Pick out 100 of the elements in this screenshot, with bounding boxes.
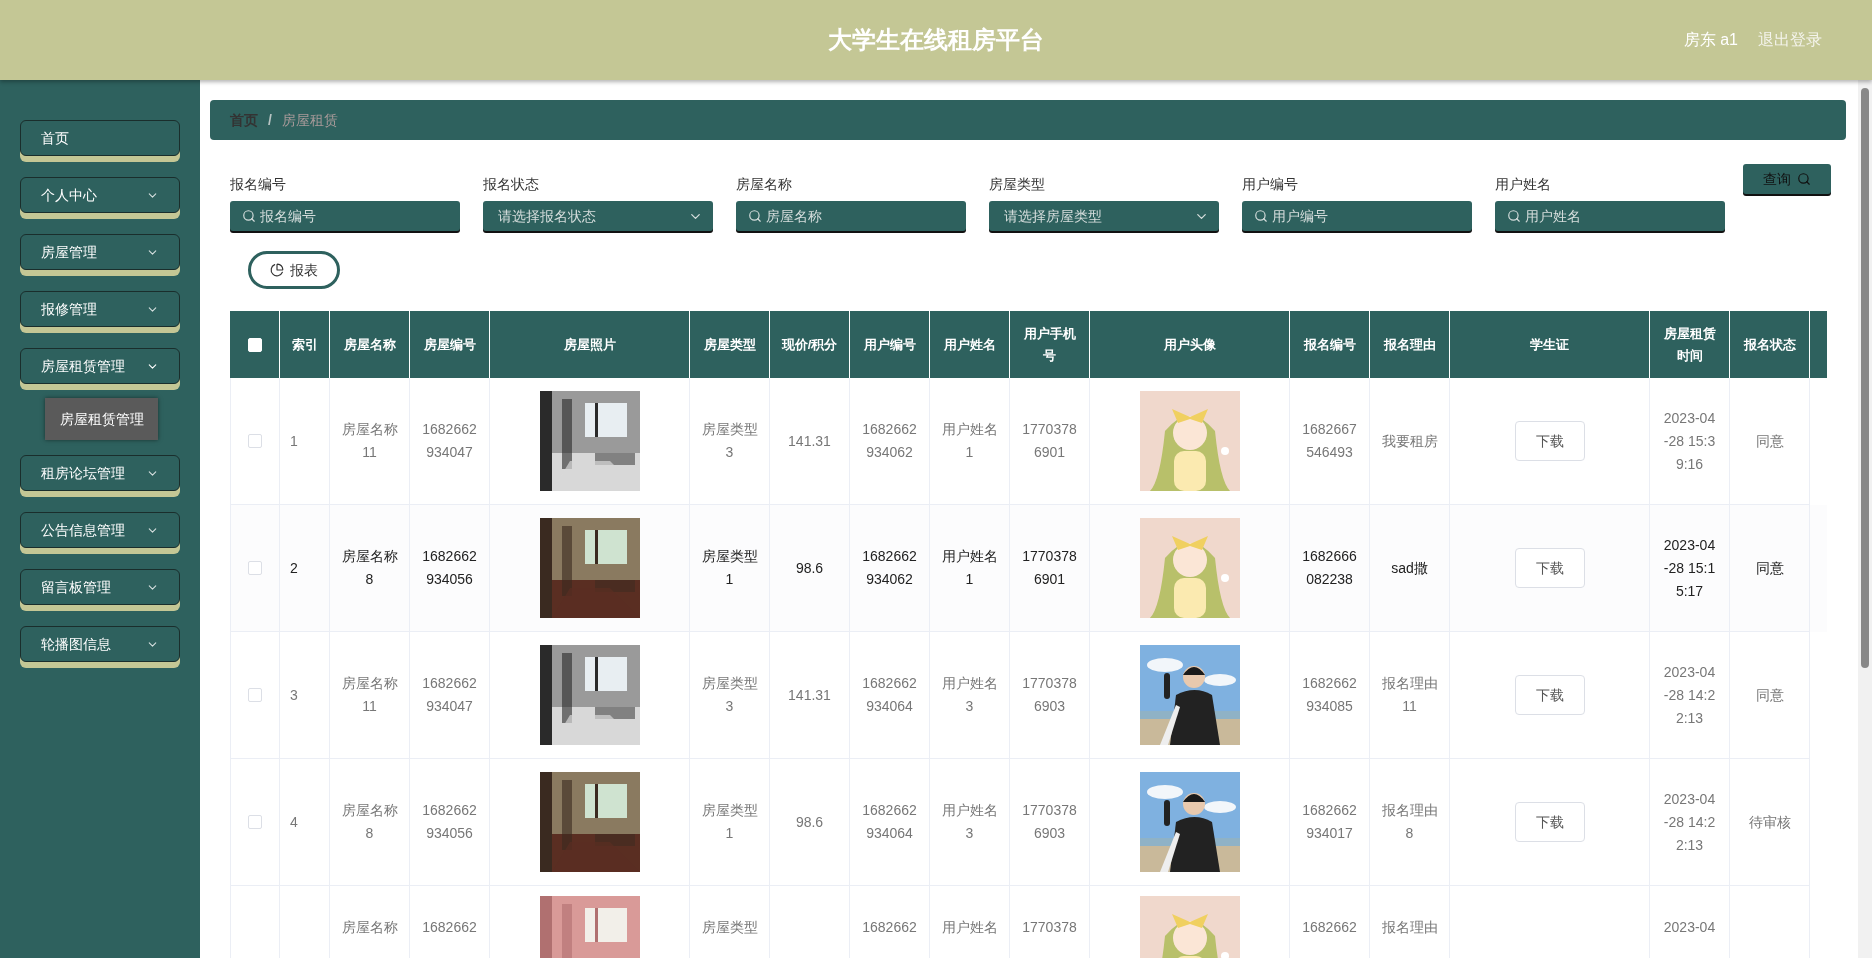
table-cell-text: 1 [290,431,298,451]
table-cell-text: 2023-04-28 14:22:13 [1663,662,1716,728]
select-field[interactable]: 请选择房屋类型 [989,201,1219,231]
table-cell-text: 1682662934064 [861,801,918,843]
search-icon [1254,209,1268,223]
table-cell-text: 141.31 [788,431,831,451]
table-cell-text: 1682662 [1302,918,1357,937]
table-cell-text: 3 [290,685,298,705]
table-cell-text: 1682662934056 [421,547,478,589]
table-cell-text: 房屋类型3 [700,674,759,716]
table-cell-text: 141.31 [788,685,831,705]
filter-label: 用户姓名 [1495,175,1552,194]
column-header: 用户头像 [1163,335,1216,354]
download-button[interactable]: 下载 [1514,421,1585,461]
table-cell-text: 2023-04 [1663,918,1716,937]
search-icon [748,209,762,223]
column-header: 用户手机号 [1022,324,1077,365]
table-cell-text: 1682662934047 [421,674,478,716]
table-cell-text: 1682667546493 [1301,420,1358,462]
filter-label: 房屋类型 [989,175,1046,194]
table-cell-text: 待审核 [1748,812,1791,832]
table-cell-text: 1682666082238 [1301,547,1358,589]
row-checkbox[interactable] [248,688,262,702]
table-cell-text: 1682662934017 [1301,801,1358,843]
table-cell-text: 1682662934056 [421,801,478,843]
table-cell-text: 2023-04-28 15:39:16 [1663,408,1716,474]
search-field[interactable]: 用户编号 [1242,201,1472,231]
download-button[interactable]: 下载 [1514,548,1585,588]
column-header: 房屋编号 [423,335,476,354]
filter-label: 用户编号 [1242,175,1299,194]
table-cell-text: 17703786903 [1021,674,1078,716]
table-cell-text: 用户姓名3 [940,674,999,716]
table-cell-text: 房屋名称11 [340,674,399,716]
table-cell-text: 98.6 [795,558,824,578]
row-checkbox[interactable] [248,434,262,448]
download-button[interactable]: 下载 [1514,802,1585,842]
submenu-item[interactable]: 房屋租赁管理 [45,398,158,440]
table-cell-text: 4 [290,812,298,832]
filter-label: 报名状态 [483,175,540,194]
table-cell-text: 17703786903 [1021,801,1078,843]
table-cell-text: 1682662 [422,918,477,937]
table-cell-text: 1682662 [862,918,917,937]
column-header: 报名编号 [1303,335,1356,354]
download-button[interactable]: 下载 [1514,675,1585,715]
column-header: 索引 [291,335,318,354]
search-field[interactable]: 报名编号 [230,201,460,231]
table-cell-text: 1682662934064 [861,674,918,716]
table-cell-text: 17703786901 [1021,547,1078,589]
column-header: 房屋租赁时间 [1662,324,1717,365]
column-header: 现价/积分 [781,335,838,354]
table-cell-text: 房屋类型1 [700,801,759,843]
site-title: 大学生在线租房平台 [828,25,1044,55]
row-checkbox[interactable] [248,815,262,829]
table-cell-text: 1682662934062 [861,547,918,589]
breadcrumb-separator: / [268,110,272,130]
table-cell-text: 98.6 [795,812,824,832]
table-cell-text: 房屋名称11 [340,420,399,462]
table-cell-text: 2 [290,558,298,578]
table-cell-text: 房屋类型 [701,918,758,937]
search-field[interactable]: 房屋名称 [736,201,966,231]
table-cell-text: 1770378 [1022,918,1077,937]
column-header: 报名理由 [1383,335,1436,354]
table-cell-text: 用户姓名 [941,918,998,937]
table-cell-text: 房屋类型1 [700,547,759,589]
column-header: 报名状态 [1743,335,1796,354]
column-header: 房屋类型 [703,335,756,354]
row-checkbox[interactable] [248,561,262,575]
filter-label: 房屋名称 [736,175,793,194]
table-cell-text: 2023-04-28 15:15:17 [1663,535,1716,601]
table-cell-text: sad撒 [1391,558,1428,578]
search-field[interactable]: 用户姓名 [1495,201,1725,231]
table-cell-text: 2023-04-28 14:22:13 [1663,789,1716,855]
table-cell-text: 17703786901 [1021,420,1078,462]
column-header: 用户姓名 [943,335,996,354]
table-cell-text: 报名理由11 [1380,674,1439,716]
column-header: 用户编号 [863,335,916,354]
select-all-checkbox[interactable] [247,337,262,352]
report-button[interactable]: 报表 [248,251,340,289]
table-cell-text: 我要租房 [1381,431,1438,451]
search-icon [242,209,256,223]
select-field[interactable]: 请选择报名状态 [483,201,713,231]
user-name: 房东 a1 [1683,30,1738,50]
column-header: 房屋照片 [563,335,616,354]
pie-chart-icon [270,263,284,277]
filter-label: 报名编号 [230,175,287,194]
table-cell-text: 1682662934085 [1301,674,1358,716]
table-cell-text: 用户姓名1 [940,420,999,462]
table-cell-text: 用户姓名3 [940,801,999,843]
table-cell-text: 1682662934047 [421,420,478,462]
table-cell-text: 用户姓名1 [940,547,999,589]
table-cell-text: 报名理由8 [1380,801,1439,843]
column-header: 房屋名称 [343,335,396,354]
table-cell-text: 房屋类型3 [700,420,759,462]
table-cell-text: 同意 [1755,431,1784,451]
search-icon [1797,172,1811,186]
table-cell-text: 同意 [1755,558,1784,578]
column-header: 学生证 [1530,335,1569,354]
table-cell-text: 报名理由 [1381,918,1438,937]
table-cell-text: 房屋名称8 [340,801,399,843]
table-cell-text: 同意 [1755,685,1784,705]
